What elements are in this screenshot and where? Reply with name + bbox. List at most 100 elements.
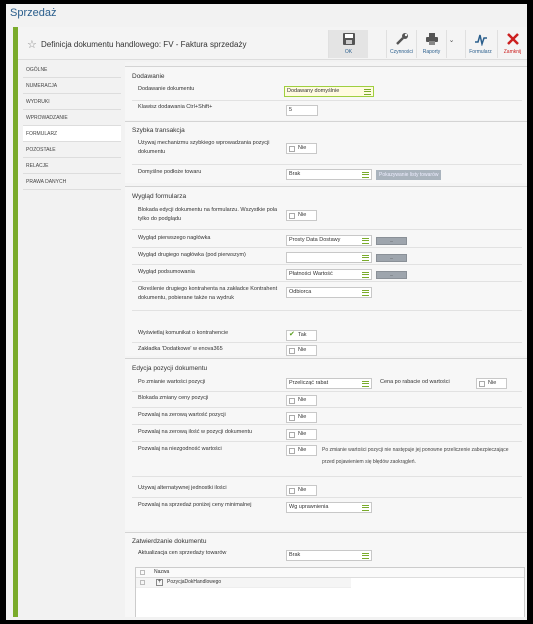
section-dodawanie: Dodawanie Dodawanie dokumentu Dodawany d… xyxy=(125,66,527,120)
nav-item-prawa-danych[interactable]: Prawa danych xyxy=(23,174,121,190)
form-row: Używaj mechanizmu szybkiego wprowadzania… xyxy=(132,137,522,165)
zamknij-button[interactable]: Zamknij xyxy=(497,30,527,58)
list-icon xyxy=(362,172,369,178)
check-icon: ✔ xyxy=(289,331,295,338)
lock-price-checkbox[interactable]: Nie xyxy=(286,395,317,406)
shortcut-input[interactable]: 5 xyxy=(286,105,318,116)
nav-item-formularz[interactable]: Formularz xyxy=(23,126,121,142)
form-row: Blokada edycji dokumentu na formularzu. … xyxy=(132,204,522,230)
grid-header: Nazwa xyxy=(136,568,524,578)
nav-item-pozostale[interactable]: Pozostałe xyxy=(23,142,121,158)
zero-value-checkbox[interactable]: Nie xyxy=(286,412,317,423)
summary-select[interactable]: Płatności Wartość xyxy=(286,269,372,280)
select-all-checkbox[interactable] xyxy=(140,570,145,575)
raporty-label: Raporty xyxy=(422,49,441,55)
additional-tab-label: Zakładka 'Dodatkowe' w enova365 xyxy=(138,346,223,352)
close-icon xyxy=(498,32,527,49)
mismatch-checkbox[interactable]: Nie xyxy=(286,445,317,456)
default-base-value: Brak xyxy=(289,171,301,177)
star-icon[interactable]: ☆ xyxy=(27,38,37,51)
checkbox-box xyxy=(289,146,295,152)
header2-edit-button[interactable]: ... xyxy=(376,254,407,262)
header2-label: Wygląd drugiego nagłówka (pod pierwszym) xyxy=(138,252,246,258)
lock-price-label: Blokada zmiany ceny pozycji xyxy=(138,395,209,401)
form-row: Pozwalaj na sprzedaż poniżej ceny minima… xyxy=(132,499,522,521)
zero-qty-checkbox[interactable]: Nie xyxy=(286,429,317,440)
quick-entry-checkbox[interactable]: Nie xyxy=(286,143,317,154)
add-doc-value: Dodawany domyślnie xyxy=(287,88,340,94)
shortcut-label: Klawisz dodawania Ctrl+Shift+ xyxy=(138,104,213,110)
value-change-value: Przelicząć rabat xyxy=(289,380,329,386)
formularz-label: Formularz xyxy=(469,49,492,55)
price-update-label: Aktualizacja cen sprzedaży towarów xyxy=(138,550,227,556)
raporty-button[interactable]: Raporty xyxy=(416,30,446,58)
default-base-select[interactable]: Brak xyxy=(286,169,372,180)
row-checkbox[interactable] xyxy=(140,580,145,585)
checkbox-text: Nie xyxy=(488,380,497,386)
more-button[interactable]: ⌄ xyxy=(446,30,456,58)
price-update-select[interactable]: Brak xyxy=(286,550,372,561)
list-icon xyxy=(362,255,369,261)
items-grid: Nazwa + PozycjaDokHandlowego xyxy=(135,567,525,617)
czynnosci-label: Czynności xyxy=(389,49,414,55)
checkbox-text: Nie xyxy=(298,487,307,493)
nav-item-numeracja[interactable]: Numeracja xyxy=(23,78,121,94)
contractor-message-checkbox[interactable]: ✔ Tak xyxy=(286,330,317,341)
mismatch-label: Pozwalaj na niezgodność wartości xyxy=(138,446,222,452)
header1-select[interactable]: Prosty Data Dostawy xyxy=(286,235,372,246)
section-title: Edycja pozycji dokumentu xyxy=(132,365,208,372)
table-row[interactable]: + PozycjaDokHandlowego xyxy=(136,578,351,588)
ok-button[interactable]: OK xyxy=(328,30,368,58)
formularz-button[interactable]: Formularz xyxy=(465,30,495,58)
row-name: PozycjaDokHandlowego xyxy=(167,579,222,585)
nav-item-relacje[interactable]: Relacje xyxy=(23,158,121,174)
document-title: Definicja dokumentu handlowego: FV - Fak… xyxy=(41,40,247,49)
header2-select[interactable] xyxy=(286,252,372,263)
price-update-value: Brak xyxy=(289,552,301,558)
list-icon xyxy=(362,290,369,296)
add-doc-label: Dodawanie dokumentu xyxy=(138,86,195,92)
section-edycja: Edycja pozycji dokumentu Po zmianie wart… xyxy=(125,358,527,530)
additional-tab-checkbox[interactable]: Nie xyxy=(286,345,317,356)
checkbox-text: Nie xyxy=(298,397,307,403)
form-row: Wyświetlaj komunikat o kontrahencie ✔ Ta… xyxy=(132,327,522,343)
form-row: Po zmianie wartości pozycji Przelicząć r… xyxy=(132,376,522,392)
checkbox-box xyxy=(289,488,295,494)
alt-unit-checkbox[interactable]: Nie xyxy=(286,485,317,496)
checkbox-text: Nie xyxy=(298,145,307,151)
add-doc-select[interactable]: Dodawany domyślnie xyxy=(284,86,374,97)
form-row: Dodawanie dokumentu Dodawany domyślnie xyxy=(132,83,522,101)
show-product-list-button[interactable]: Pokazywanie listy towarów xyxy=(376,170,442,180)
default-base-label: Domyślne podłoże towaru xyxy=(138,169,202,175)
czynnosci-button[interactable]: Czynności xyxy=(386,30,416,58)
nav-item-ogolne[interactable]: Ogólne xyxy=(23,62,121,78)
lock-edit-checkbox[interactable]: Nie xyxy=(286,210,317,221)
second-contractor-select[interactable]: Odbiorca xyxy=(286,287,372,298)
chevron-down-icon: ⌄ xyxy=(448,37,455,44)
form-row: Klawisz dodawania Ctrl+Shift+ 5 xyxy=(132,101,522,117)
price-after-checkbox[interactable]: Nie xyxy=(476,378,507,389)
list-icon xyxy=(362,505,369,511)
summary-value: Płatności Wartość xyxy=(289,271,333,277)
header1-edit-button[interactable]: ... xyxy=(376,237,407,245)
nav-item-wydruki[interactable]: Wydruki xyxy=(23,94,121,110)
summary-edit-button[interactable]: ... xyxy=(376,271,407,279)
nav-item-wprowadzanie[interactable]: Wprowadzanie xyxy=(23,110,121,126)
checkbox-box xyxy=(289,448,295,454)
list-icon xyxy=(362,381,369,387)
value-change-select[interactable]: Przelicząć rabat xyxy=(286,378,372,389)
below-min-select[interactable]: Wg uprawnienia xyxy=(286,502,372,513)
form-row: Blokada zmiany ceny pozycji Nie xyxy=(132,392,522,408)
accent-bar xyxy=(13,27,18,617)
left-nav: Ogólne Numeracja Wydruki Wprowadzanie Fo… xyxy=(23,62,121,617)
expand-icon[interactable]: + xyxy=(156,579,163,586)
document-header: ☆ Definicja dokumentu handlowego: FV - F… xyxy=(18,27,527,60)
wrench-icon xyxy=(387,32,416,49)
section-title: Dodawanie xyxy=(132,73,165,80)
form-row: Wygląd podsumowania Płatności Wartość ..… xyxy=(132,266,522,282)
price-after-label: Cena po rabacie od wartości xyxy=(380,379,450,385)
checkbox-text: Nie xyxy=(298,431,307,437)
column-nazwa[interactable]: Nazwa xyxy=(154,569,169,575)
below-min-label: Pozwalaj na sprzedaż poniżej ceny minima… xyxy=(138,502,252,508)
value-change-label: Po zmianie wartości pozycji xyxy=(138,379,206,385)
